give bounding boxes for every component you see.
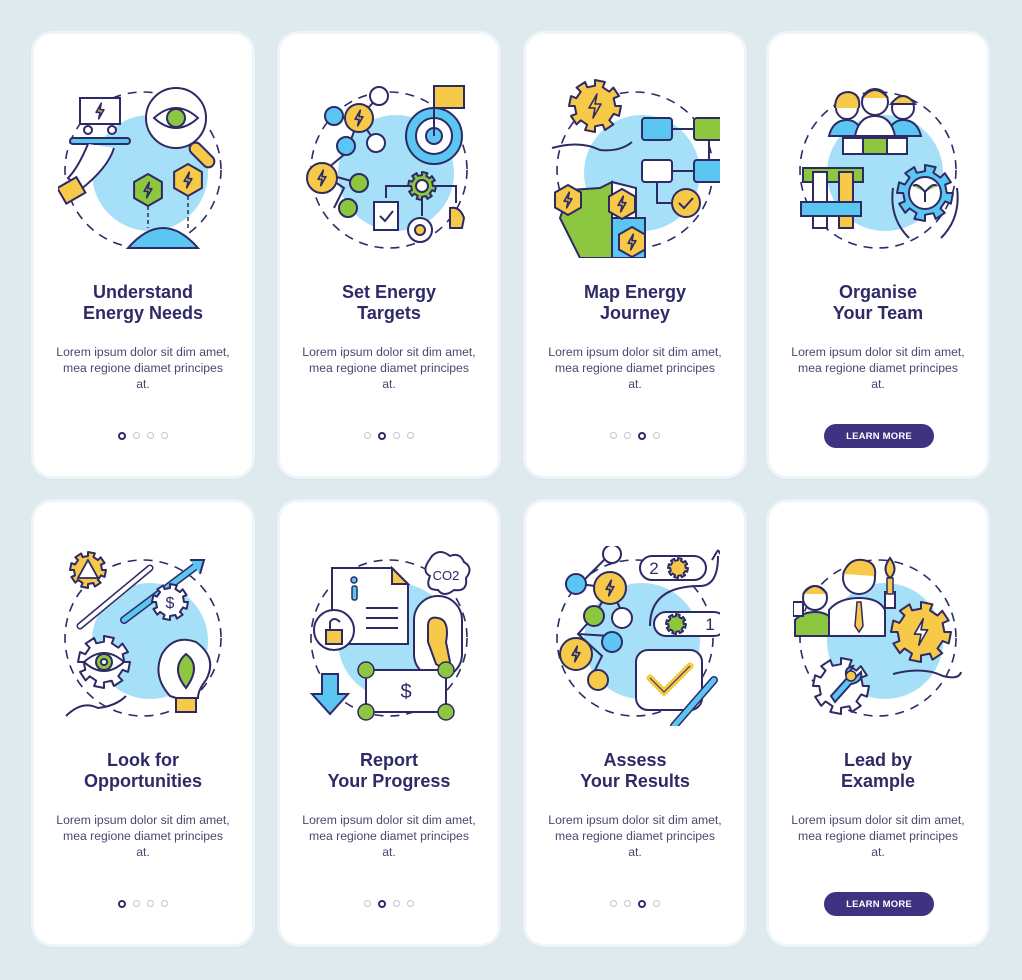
card-title-line: Lead by [843, 750, 913, 770]
network-steps-checkbox-pen-icon: 21 [556, 546, 720, 726]
team-puzzle-hands-gear-icon [799, 88, 959, 249]
shopping-cart-eye-globe-energy-icon [58, 87, 222, 249]
pagination-dot-active[interactable] [378, 432, 386, 440]
pagination-dot-active[interactable] [118, 900, 126, 908]
pagination-dot[interactable] [147, 432, 154, 439]
pagination-dot[interactable] [610, 900, 617, 907]
card-title-line: Your Progress [327, 771, 451, 791]
pagination-dot[interactable] [393, 432, 400, 439]
pagination-dot[interactable] [407, 900, 414, 907]
card-title-line: Set Energy [341, 282, 437, 302]
pagination-dots [526, 432, 744, 440]
card-description: Lorem ipsum dolor sit dim amet, mea regi… [302, 345, 476, 391]
svg-text:1: 1 [705, 615, 714, 634]
pagination-dot[interactable] [624, 900, 631, 907]
card-description: Lorem ipsum dolor sit dim amet, mea regi… [302, 813, 476, 859]
gear-map-flowchart-icon [551, 79, 720, 258]
card-description: Lorem ipsum dolor sit dim amet, mea regi… [791, 345, 965, 391]
card-description: Lorem ipsum dolor sit dim amet, mea regi… [56, 813, 230, 859]
pagination-dot[interactable] [161, 900, 168, 907]
card-title-line: Assess [603, 750, 667, 770]
onboarding-card: Map Energy Journey Lorem ipsum dolor sit d… [526, 34, 744, 476]
pagination-dot-active[interactable] [638, 900, 646, 908]
pagination-dot[interactable] [653, 900, 660, 907]
card-title-line: Map Energy [583, 282, 687, 302]
eye-gear-bulb-arrows-icon: $ [64, 551, 222, 717]
onboarding-card: Organise Your Team Lorem ipsum dolor sit d… [769, 34, 987, 476]
pagination-dot[interactable] [407, 432, 414, 439]
card-title: Organise Your Team [769, 282, 987, 324]
onboarding-card: $ Look for Opportunities Lorem ipsum dolor … [34, 502, 252, 944]
pagination-dot[interactable] [133, 900, 140, 907]
card-title: Assess Your Results [526, 750, 744, 792]
pagination-dot-active[interactable] [118, 432, 126, 440]
card-title-line: Your Results [580, 771, 690, 791]
leader-torch-gear-wrench-icon [793, 556, 962, 717]
card-title-line: Energy Needs [82, 303, 204, 323]
co2-label: CO2 [433, 568, 460, 583]
pagination-dot[interactable] [161, 432, 168, 439]
pagination-dot[interactable] [147, 900, 154, 907]
target-flag-network-gear-icon [306, 85, 468, 249]
pagination-dot[interactable] [393, 900, 400, 907]
pagination-dot[interactable] [364, 900, 371, 907]
card-title-line: Organise [838, 282, 918, 302]
svg-text:2: 2 [649, 559, 658, 578]
pagination-dot-active[interactable] [638, 432, 646, 440]
pagination-dots [34, 432, 252, 440]
learn-more-button[interactable]: LEARN MORE [824, 892, 934, 916]
card-title-line: Targets [357, 303, 421, 323]
onboarding-card: CO2 $ Report Your Progress Lorem ipsum dolor… [280, 502, 498, 944]
pagination-dots [280, 432, 498, 440]
card-title: Look for Opportunities [34, 750, 252, 792]
card-title-line: Example [840, 771, 916, 791]
pagination-dot[interactable] [364, 432, 371, 439]
card-title: Set Energy Targets [280, 282, 498, 324]
svg-text:$: $ [400, 681, 411, 703]
document-co2-footprint-money-icon: CO2 $ [309, 551, 471, 721]
pagination-dot[interactable] [610, 432, 617, 439]
svg-text:$: $ [166, 595, 175, 612]
onboarding-card: Understand Energy Needs Lorem ipsum dolor … [34, 34, 252, 476]
card-description: Lorem ipsum dolor sit dim amet, mea regi… [548, 345, 722, 391]
pagination-dots [34, 900, 252, 908]
card-title: Map Energy Journey [526, 282, 744, 324]
onboarding-card: Lead by Example Lorem ipsum dolor sit dim … [769, 502, 987, 944]
pagination-dots [526, 900, 744, 908]
pagination-dot[interactable] [133, 432, 140, 439]
card-title-line: Report [360, 750, 418, 770]
card-title: Understand Energy Needs [34, 282, 252, 324]
pagination-dot[interactable] [624, 432, 631, 439]
onboarding-card: Set Energy Targets Lorem ipsum dolor sit d… [280, 34, 498, 476]
card-description: Lorem ipsum dolor sit dim amet, mea regi… [56, 345, 230, 391]
card-title-line: Understand [92, 282, 193, 302]
card-description: Lorem ipsum dolor sit dim amet, mea regi… [791, 813, 965, 859]
onboarding-card: 2 1 Assess Your Results Lorem ipsum dolor si… [526, 502, 744, 944]
card-title-line: Your Team [832, 303, 924, 323]
card-title: Report Your Progress [280, 750, 498, 792]
pagination-dot-active[interactable] [378, 900, 386, 908]
pagination-dot[interactable] [653, 432, 660, 439]
card-title-line: Look for [107, 750, 179, 770]
card-title: Lead by Example [769, 750, 987, 792]
card-title-line: Journey [599, 303, 671, 323]
learn-more-button[interactable]: LEARN MORE [824, 424, 934, 448]
pagination-dots [280, 900, 498, 908]
card-description: Lorem ipsum dolor sit dim amet, mea regi… [548, 813, 722, 859]
card-title-line: Opportunities [84, 771, 202, 791]
